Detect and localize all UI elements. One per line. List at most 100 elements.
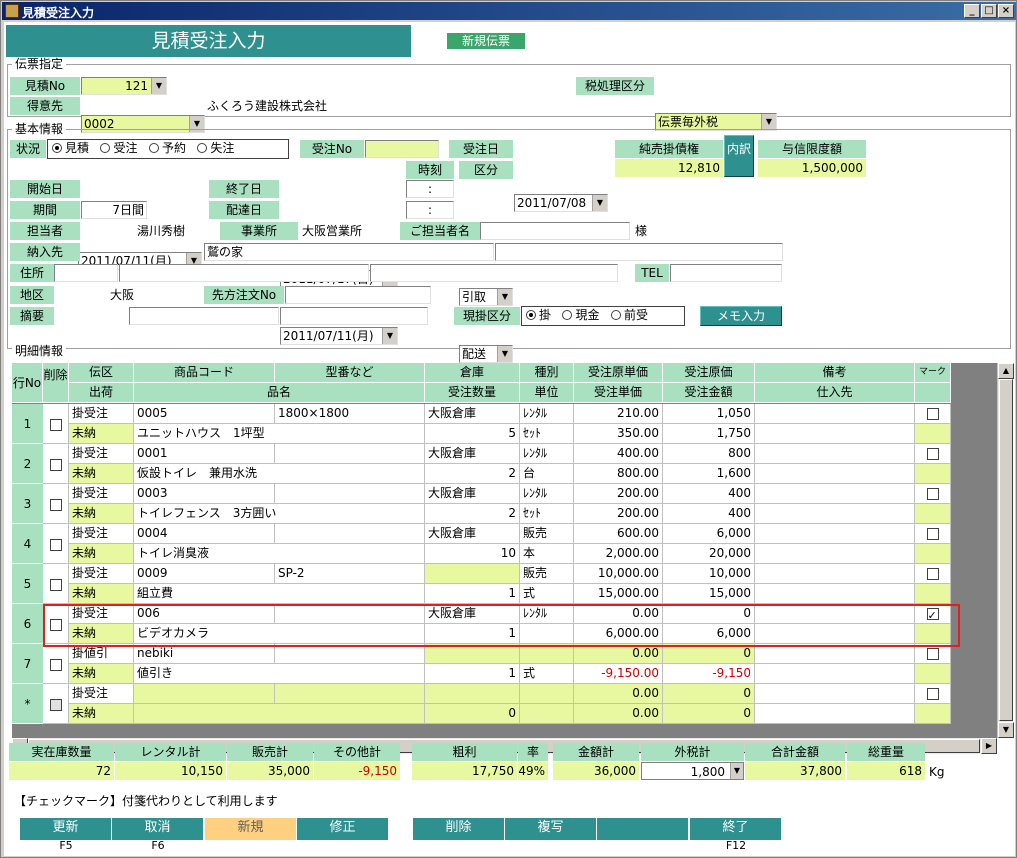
summary-note-input-1[interactable]: [129, 307, 279, 325]
status-radio-group[interactable]: 見積 受注 予約 失注: [47, 139, 289, 159]
scroll-down-arrow[interactable]: ▼: [998, 722, 1014, 738]
cell[interactable]: [520, 684, 574, 704]
cell[interactable]: 1,750: [663, 424, 755, 444]
cell[interactable]: [915, 544, 951, 564]
cell[interactable]: [755, 504, 915, 524]
fkey-button-0[interactable]: 更新: [20, 818, 112, 840]
cell[interactable]: [134, 684, 275, 704]
cell[interactable]: 200.00: [574, 484, 663, 504]
cell[interactable]: ｾｯﾄ: [520, 424, 574, 444]
mark-checkbox[interactable]: [926, 567, 939, 580]
delete-checkbox-cell[interactable]: [43, 484, 69, 524]
cell[interactable]: 掛値引: [69, 644, 134, 664]
address-input-1[interactable]: [119, 264, 369, 282]
cell[interactable]: -9,150: [663, 664, 755, 684]
mark-checkbox[interactable]: [926, 447, 939, 460]
delete-checkbox[interactable]: [49, 458, 62, 471]
cell[interactable]: 未納: [69, 424, 134, 444]
mark-checkbox[interactable]: [926, 407, 939, 420]
kubun-dropdown-1[interactable]: 引取 ▼: [459, 288, 513, 306]
cell[interactable]: 未納: [69, 664, 134, 684]
cell[interactable]: 販売: [520, 564, 574, 584]
cell[interactable]: [915, 464, 951, 484]
delete-checkbox-cell[interactable]: [43, 524, 69, 564]
cell[interactable]: [425, 564, 520, 584]
zip-input[interactable]: [54, 264, 118, 282]
cell[interactable]: 掛受注: [69, 484, 134, 504]
cell[interactable]: [755, 484, 915, 504]
estimate-no-dropdown[interactable]: 121 ▼: [81, 77, 167, 95]
cell[interactable]: [134, 704, 425, 724]
cell[interactable]: [755, 584, 915, 604]
order-no-input[interactable]: [365, 140, 439, 158]
payment-radio-credit[interactable]: [526, 310, 536, 320]
cell[interactable]: ユニットハウス 1坪型: [134, 424, 425, 444]
time-input-2[interactable]: :: [406, 201, 454, 219]
cell[interactable]: [520, 704, 574, 724]
cell[interactable]: 2: [425, 464, 520, 484]
cell[interactable]: 20,000: [663, 544, 755, 564]
chevron-down-icon[interactable]: ▼: [730, 763, 743, 779]
cell[interactable]: [915, 524, 951, 544]
cell[interactable]: 2: [425, 504, 520, 524]
cell[interactable]: [755, 524, 915, 544]
cell[interactable]: [915, 664, 951, 684]
cell[interactable]: [425, 684, 520, 704]
period-input[interactable]: 7日間: [81, 201, 147, 219]
cell[interactable]: [275, 644, 425, 664]
fkey-button-6[interactable]: [597, 818, 689, 840]
cell[interactable]: SP-2: [275, 564, 425, 584]
cell[interactable]: [915, 504, 951, 524]
cell[interactable]: 0004: [134, 524, 275, 544]
cell[interactable]: 未納: [69, 704, 134, 724]
cell[interactable]: [520, 644, 574, 664]
fkey-button-7[interactable]: 終了: [690, 818, 782, 840]
cell[interactable]: [915, 584, 951, 604]
fkey-button-4[interactable]: 削除: [413, 818, 505, 840]
delivery-dest-name[interactable]: 鷲の家: [204, 243, 494, 261]
cell[interactable]: 未納: [69, 464, 134, 484]
cell[interactable]: [755, 464, 915, 484]
mark-checkbox[interactable]: [926, 527, 939, 540]
cell[interactable]: -9,150.00: [574, 664, 663, 684]
payment-radio-cash[interactable]: [562, 310, 573, 320]
cell[interactable]: 大阪倉庫: [425, 484, 520, 504]
status-radio-estimate[interactable]: [52, 143, 62, 153]
fkey-button-2[interactable]: 新規: [205, 818, 297, 840]
cell[interactable]: 0: [663, 684, 755, 704]
cell[interactable]: [755, 564, 915, 584]
cell[interactable]: 0: [663, 704, 755, 724]
delete-checkbox[interactable]: [49, 418, 62, 431]
cell[interactable]: 式: [520, 584, 574, 604]
summary-note-input-2[interactable]: [280, 307, 428, 325]
cell[interactable]: 400.00: [574, 444, 663, 464]
cell[interactable]: 10,000.00: [574, 564, 663, 584]
cell[interactable]: 0001: [134, 444, 275, 464]
cell[interactable]: 2,000.00: [574, 544, 663, 564]
memo-button[interactable]: メモ入力: [700, 306, 782, 326]
delete-checkbox-cell[interactable]: [43, 404, 69, 444]
delete-checkbox-cell[interactable]: [43, 644, 69, 684]
mark-checkbox[interactable]: [926, 687, 939, 700]
cell[interactable]: 210.00: [574, 404, 663, 424]
cell[interactable]: 1: [425, 584, 520, 604]
cell[interactable]: 掛受注: [69, 444, 134, 464]
cell[interactable]: 仮設トイレ 兼用水洗: [134, 464, 425, 484]
time-input-1[interactable]: :: [406, 180, 454, 198]
cell[interactable]: ｾｯﾄ: [520, 504, 574, 524]
cell[interactable]: 値引き: [134, 664, 425, 684]
cell[interactable]: [755, 684, 915, 704]
cell[interactable]: 本: [520, 544, 574, 564]
cell[interactable]: 未納: [69, 504, 134, 524]
fkey-button-1[interactable]: 取消: [112, 818, 204, 840]
cell[interactable]: 10: [425, 544, 520, 564]
scroll-thumb[interactable]: [999, 379, 1013, 721]
delete-checkbox[interactable]: [49, 578, 62, 591]
cell[interactable]: 台: [520, 464, 574, 484]
cell[interactable]: [915, 484, 951, 504]
fkey-button-5[interactable]: 複写: [505, 818, 597, 840]
fkey-button-3[interactable]: 修正: [297, 818, 389, 840]
cell[interactable]: 800: [663, 444, 755, 464]
tel-input[interactable]: [670, 264, 782, 282]
cell[interactable]: 0009: [134, 564, 275, 584]
